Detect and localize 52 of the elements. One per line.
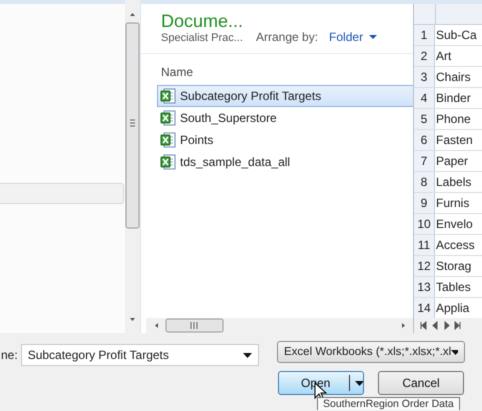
spreadsheet-file-icon xyxy=(160,88,176,104)
table-cell: Access xyxy=(435,238,475,252)
cancel-button[interactable]: Cancel xyxy=(378,371,464,395)
table-cell: Applia xyxy=(435,301,470,315)
row-number: 5 xyxy=(414,109,435,129)
row-number: 3 xyxy=(414,67,435,87)
file-item[interactable]: Points xyxy=(157,129,413,151)
spreadsheet-file-icon xyxy=(160,132,176,148)
navigation-item[interactable] xyxy=(0,183,124,204)
caret-icon xyxy=(369,35,378,39)
row-number: 14 xyxy=(414,298,435,318)
table-cell: Tables xyxy=(435,280,471,294)
file-name-label: ne: xyxy=(1,348,18,362)
table-cell: Labels xyxy=(435,175,472,189)
caret-icon xyxy=(451,350,458,354)
row-number: 2 xyxy=(414,46,435,66)
column-header[interactable]: Name xyxy=(161,65,194,79)
row-number: 4 xyxy=(414,88,435,108)
file-item[interactable]: South_Superstore xyxy=(157,107,413,129)
arrange-label: Arrange by: xyxy=(256,30,318,44)
row-number: 9 xyxy=(414,193,435,213)
file-item[interactable]: Subcategory Profit Targets xyxy=(157,85,413,107)
table-cell: Chairs xyxy=(435,70,471,84)
table-cell: Art xyxy=(435,49,452,63)
file-item[interactable]: tds_sample_data_all xyxy=(157,151,413,173)
row-number: 11 xyxy=(414,235,435,255)
row-number: 7 xyxy=(414,151,435,171)
row-number: 1 xyxy=(414,25,435,45)
vertical-scrollbar[interactable] xyxy=(125,0,140,333)
caret-icon xyxy=(242,352,252,358)
file-type-dropdown[interactable]: Excel Workbooks (*.xls;*.xlsx;*.xl xyxy=(277,341,465,363)
table-cell: Paper xyxy=(435,154,468,168)
row-number: 8 xyxy=(414,172,435,192)
row-number: 13 xyxy=(414,277,435,297)
table-cell: Furnis xyxy=(435,196,470,210)
tooltip: SouthernRegion Order Data xyxy=(317,397,460,410)
library-title: Docume... xyxy=(161,11,244,32)
file-name-field[interactable]: Subcategory Profit Targets xyxy=(20,344,259,366)
table-cell: Fasten xyxy=(435,133,473,147)
row-number: 6 xyxy=(414,130,435,150)
table-cell: Storag xyxy=(435,259,472,273)
spreadsheet-file-icon xyxy=(160,154,176,170)
table-cell: Envelo xyxy=(435,217,473,231)
row-number: 10 xyxy=(414,214,435,234)
spreadsheet-file-icon xyxy=(160,110,176,126)
table-cell: Binder xyxy=(435,91,471,105)
row-number: 12 xyxy=(414,256,435,276)
table-cell: Phone xyxy=(435,112,471,126)
caret-icon xyxy=(355,380,363,386)
library-subtitle: Specialist Prac... xyxy=(161,32,244,44)
table-cell: Sub-Ca xyxy=(435,28,477,42)
arrange-dropdown[interactable]: Folder xyxy=(329,30,378,44)
